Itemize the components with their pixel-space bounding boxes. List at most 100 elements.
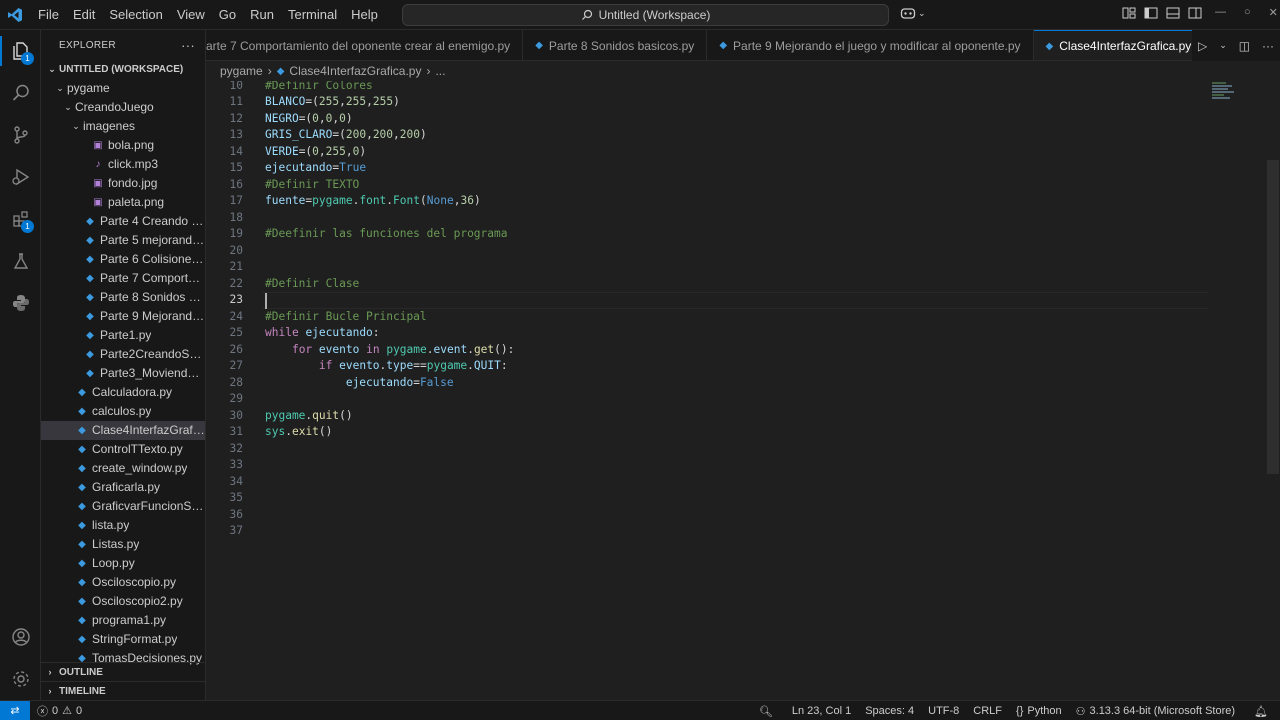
timeline-section[interactable]: › TIMELINE — [41, 681, 205, 700]
more-actions-icon[interactable]: ··· — [181, 38, 195, 53]
workspace-root[interactable]: ⌄ UNTITLED (WORKSPACE) — [41, 60, 205, 79]
notifications-icon[interactable]: 🔔︎ — [1242, 705, 1280, 718]
run-debug-activity[interactable] — [0, 156, 41, 198]
run-file-icon[interactable]: ▷ — [1198, 39, 1207, 53]
explorer-activity[interactable]: 1 — [0, 30, 41, 72]
tree-folder[interactable]: ⌄ CreandoJuego — [41, 98, 205, 117]
code-line[interactable]: 27 if evento.type==pygame.QUIT: — [206, 358, 1206, 375]
close-window-icon[interactable]: ✕ — [1269, 6, 1278, 19]
minimize-icon[interactable]: — — [1215, 6, 1226, 19]
customize-layout-icon[interactable] — [1122, 6, 1136, 20]
accounts-activity[interactable] — [0, 616, 41, 658]
tree-file[interactable]: ◆ Parte1.py — [41, 326, 205, 345]
menu-go[interactable]: Go — [213, 4, 242, 26]
code-line[interactable]: 34 — [206, 474, 1206, 491]
code-line[interactable]: 20 — [206, 243, 1206, 260]
code-line[interactable]: 22 #Definir Clase — [206, 276, 1206, 293]
vscode-logo-icon[interactable] — [0, 0, 30, 30]
source-control-activity[interactable] — [0, 114, 41, 156]
minimap[interactable] — [1212, 81, 1236, 109]
code-line[interactable]: 32 — [206, 441, 1206, 458]
tree-file[interactable]: ◆ Parte 6 Colisiones.py — [41, 250, 205, 269]
tree-file[interactable]: ◆ calculos.py — [41, 402, 205, 421]
breadcrumb-folder[interactable]: pygame — [220, 64, 263, 78]
tab[interactable]: arte 7 Comportamiento del oponente crear… — [206, 30, 524, 60]
code-line[interactable]: 21 — [206, 259, 1206, 276]
menu-file[interactable]: File — [32, 4, 65, 26]
tree-file[interactable]: ◆ Parte 5 mejorando el c... — [41, 231, 205, 250]
testing-activity[interactable] — [0, 240, 41, 282]
code-line[interactable]: 24 #Definir Bucle Principal — [206, 309, 1206, 326]
split-editor-icon[interactable]: ◫ — [1239, 39, 1250, 53]
tree-file[interactable]: ▣ bola.png — [41, 136, 205, 155]
code-line[interactable]: 30 pygame.quit() — [206, 408, 1206, 425]
tree-file[interactable]: ◆ Osciloscopio2.py — [41, 592, 205, 611]
copilot-button[interactable]: ⌄ — [900, 6, 926, 20]
menu-run[interactable]: Run — [244, 4, 280, 26]
tab[interactable]: ◆ Parte 9 Mejorando el juego y modificar … — [707, 30, 1034, 60]
tree-file[interactable]: ◆ lista.py — [41, 516, 205, 535]
code-line[interactable]: 29 — [206, 391, 1206, 408]
code-line[interactable]: 16 #Definir TEXTO — [206, 177, 1206, 194]
tree-file[interactable]: ◆ Listas.py — [41, 535, 205, 554]
search-activity[interactable] — [0, 72, 41, 114]
tree-file[interactable]: ◆ ControlTTexto.py — [41, 440, 205, 459]
menu-view[interactable]: View — [171, 4, 211, 26]
tree-folder[interactable]: ⌄ imagenes — [41, 117, 205, 136]
extensions-activity[interactable]: 1 — [0, 198, 41, 240]
outline-section[interactable]: › OUTLINE — [41, 662, 205, 681]
tree-folder[interactable]: ⌄ pygame — [41, 79, 205, 98]
more-actions-icon[interactable]: ··· — [1262, 39, 1274, 53]
code-line[interactable]: 11 BLANCO=(255,255,255) — [206, 94, 1206, 111]
code-line[interactable]: 10 #Definir Colores — [206, 81, 1206, 94]
tree-file[interactable]: ◆ Calculadora.py — [41, 383, 205, 402]
tree-file[interactable]: ◆ Graficarla.py — [41, 478, 205, 497]
tree-file[interactable]: ◆ create_window.py — [41, 459, 205, 478]
toggle-panel-icon[interactable] — [1166, 6, 1180, 20]
indentation[interactable]: Spaces: 4 — [858, 705, 921, 717]
command-center[interactable]: Untitled (Workspace) — [402, 4, 889, 26]
tree-file[interactable]: ◆ Parte 8 Sonidos basico... — [41, 288, 205, 307]
tree-file[interactable]: ◆ Osciloscopio.py — [41, 573, 205, 592]
menu-edit[interactable]: Edit — [67, 4, 101, 26]
tree-file[interactable]: ◆ Loop.py — [41, 554, 205, 573]
breadcrumb-file[interactable]: Clase4InterfazGrafica.py — [289, 64, 421, 78]
tree-file[interactable]: ◆ Parte 9 Mejorando el j... — [41, 307, 205, 326]
language-mode[interactable]: {} Python — [1009, 705, 1069, 717]
tree-file[interactable]: ◆ StringFormat.py — [41, 630, 205, 649]
code-line[interactable]: 25 while ejecutando: — [206, 325, 1206, 342]
tree-file[interactable]: ♪ click.mp3 — [41, 155, 205, 174]
zoom-icon[interactable]: 🔍︎ — [747, 705, 785, 718]
menu-selection[interactable]: Selection — [103, 4, 168, 26]
code-line[interactable]: 28 ejecutando=False — [206, 375, 1206, 392]
tab[interactable]: ◆ Parte 8 Sonidos basicos.py — [523, 30, 708, 60]
problems-indicator[interactable]: ⓧ 0 ⚠ 0 — [30, 703, 89, 719]
breadcrumb-symbol[interactable]: ... — [435, 64, 445, 78]
tree-file[interactable]: ◆ GraficvarFuncionSeno.py — [41, 497, 205, 516]
editor-scrollbar[interactable] — [1267, 160, 1279, 474]
code-line[interactable]: 26 for evento in pygame.event.get(): — [206, 342, 1206, 359]
tree-file[interactable]: ◆ programa1.py — [41, 611, 205, 630]
code-line[interactable]: 37 — [206, 523, 1206, 540]
code-line[interactable]: 12 NEGRO=(0,0,0) — [206, 111, 1206, 128]
tree-file[interactable]: ◆ Parte 7 Comportamien... — [41, 269, 205, 288]
tree-file[interactable]: ◆ Clase4InterfazGrafica.py — [41, 421, 205, 440]
tree-file[interactable]: ◆ Parte3_Moviendo la p... — [41, 364, 205, 383]
code-line[interactable]: 35 — [206, 490, 1206, 507]
code-line[interactable]: 23 — [206, 292, 1206, 309]
tree-file[interactable]: ◆ Parte 4 Creando la pal... — [41, 212, 205, 231]
tree-file[interactable]: ◆ Parte2CreandoSprite.py — [41, 345, 205, 364]
code-line[interactable]: 36 — [206, 507, 1206, 524]
menu-terminal[interactable]: Terminal — [282, 4, 343, 26]
encoding[interactable]: UTF-8 — [921, 705, 966, 717]
toggle-primary-sidebar-icon[interactable] — [1144, 6, 1158, 20]
chevron-down-icon[interactable]: ⌄ — [1219, 40, 1227, 51]
python-activity[interactable] — [0, 282, 41, 324]
code-line[interactable]: 33 — [206, 457, 1206, 474]
tree-file[interactable]: ▣ paleta.png — [41, 193, 205, 212]
code-editor[interactable]: 10 #Definir Colores 11 BLANCO=(255,255,255)… — [206, 81, 1280, 700]
code-line[interactable]: 15 ejecutando=True — [206, 160, 1206, 177]
cursor-position[interactable]: Ln 23, Col 1 — [785, 705, 858, 717]
code-line[interactable]: 17 fuente=pygame.font.Font(None,36) — [206, 193, 1206, 210]
toggle-secondary-sidebar-icon[interactable] — [1188, 6, 1202, 20]
